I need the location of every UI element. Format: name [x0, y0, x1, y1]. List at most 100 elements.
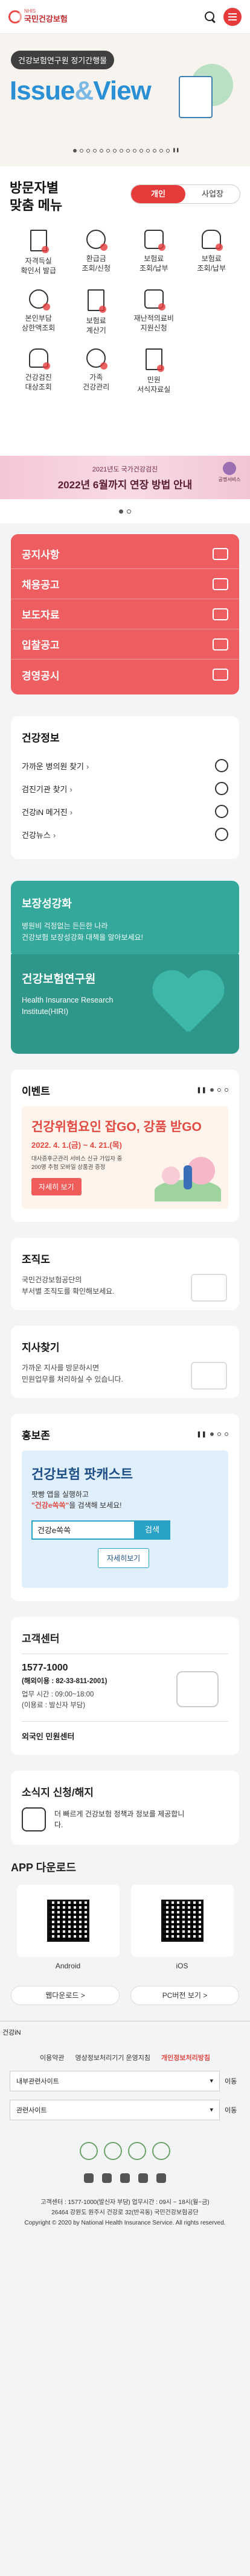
twitter-icon[interactable] [120, 2173, 130, 2183]
recruit-link[interactable]: 채용공고 [11, 569, 239, 599]
menu-item-forms[interactable]: 민원 서식자료실 [125, 348, 183, 394]
research-card[interactable]: 건강보험연구원 Health Insurance Research Institu… [11, 954, 239, 1054]
menu-item-copay-limit[interactable]: 본인부담 상한액조회 [10, 289, 68, 335]
podcast-search-input[interactable] [31, 1520, 134, 1540]
event-dot[interactable] [217, 1088, 221, 1092]
privacy-policy-link[interactable]: 개인정보처리방침 [161, 2053, 210, 2062]
pr-dot[interactable] [225, 1432, 228, 1437]
banner-dot[interactable] [159, 149, 163, 153]
menu-item-premium-pay-2[interactable]: 보험료 조회/납부 [183, 230, 241, 276]
podcast-more-button[interactable]: 자세히보기 [98, 1548, 150, 1568]
banner-pagination[interactable]: ❚❚ [0, 148, 250, 153]
related-sites-go[interactable]: 이동 [225, 2105, 240, 2115]
pause-icon[interactable]: ❚❚ [173, 148, 180, 153]
foreign-center-link[interactable]: 외국인 민원센터 [22, 1721, 228, 1742]
cert-logo-icon [104, 2141, 122, 2160]
menu-button[interactable] [223, 7, 242, 26]
branch-card[interactable]: 지사찾기 가까운 지사를 방문하시면 민원업무를 처리하실 수 있습니다. [11, 1325, 239, 1398]
chevron-down-icon: ▾ [210, 2077, 213, 2085]
android-download[interactable]: Android [16, 1884, 120, 1970]
podcast-desc: 팟빵 앱을 실행하고 "건강e쏙쏙"을 검색해 보세요! [31, 1490, 122, 1510]
health-info-row[interactable]: 가까운 병의원 찾기 › [22, 754, 228, 777]
event-dot[interactable] [225, 1088, 228, 1092]
terms-link[interactable]: 이용약관 [40, 2053, 64, 2062]
event-dot[interactable] [210, 1088, 214, 1092]
chart-icon [213, 669, 228, 681]
menu-item-family[interactable]: 가족 건강관리 [68, 348, 126, 394]
pr-dot[interactable] [210, 1432, 214, 1437]
tab-personal[interactable]: 개인 [131, 185, 185, 203]
banner-dot[interactable] [72, 149, 77, 153]
promo-dot[interactable] [119, 509, 123, 514]
banner-dot[interactable] [92, 149, 97, 153]
facebook-icon[interactable] [102, 2173, 112, 2183]
promo-pagination[interactable] [0, 499, 250, 523]
bid-link[interactable]: 입찰공고 [11, 629, 239, 660]
health-info-row[interactable]: 건강뉴스 › [22, 823, 228, 846]
banner-dot[interactable] [152, 149, 156, 153]
menu-item-premium-pay[interactable]: 보험료 조회/납부 [125, 230, 183, 276]
menu-item-qualification[interactable]: 자격득실 확인서 발급 [10, 230, 68, 276]
org-card[interactable]: 조직도 국민건강보험공단의 부서별 조직도를 확인해보세요. [11, 1237, 239, 1310]
banner-dot[interactable] [86, 149, 90, 153]
menu-item-empty [183, 289, 241, 335]
banner-dot[interactable] [106, 149, 110, 153]
main-banner[interactable]: 건강보험연구원 정기간행물 Issue&View ❚❚ [0, 34, 250, 166]
event-detail-button[interactable]: 자세히 보기 [31, 1178, 82, 1196]
health-info-row[interactable]: 건강iN 메거진 › [22, 800, 228, 823]
web-download-link[interactable]: 웹다운로드 > [11, 1985, 120, 2005]
pr-title: 홍보존 [22, 1429, 50, 1441]
banner-dot[interactable] [79, 149, 83, 153]
site-logo[interactable]: NHIS 국민건강보험 [8, 8, 68, 25]
blog-icon[interactable] [84, 2173, 94, 2183]
search-icon[interactable] [204, 11, 216, 23]
banner-dot[interactable] [112, 149, 117, 153]
android-qr-code [46, 1899, 89, 1942]
menu-item-checkup[interactable]: 건강검진 대상조회 [10, 348, 68, 394]
instagram-icon[interactable] [156, 2173, 166, 2183]
banner-dot[interactable] [126, 149, 130, 153]
coverage-card[interactable]: 보장성강화 병원비 걱정없는 든든한 나라 건강보험 보장성강화 대책을 알아보세… [11, 881, 239, 959]
banner-dot[interactable] [165, 149, 170, 153]
notice-section: 공지사항 채용공고 보도자료 입찰공고 경영공시 [0, 523, 250, 694]
menu-item-refund[interactable]: 환급금 조회/신청 [68, 230, 126, 276]
pr-dot[interactable] [217, 1432, 221, 1437]
banner-dot[interactable] [99, 149, 103, 153]
pc-version-link[interactable]: PC버전 보기 > [130, 1985, 239, 2005]
youtube-icon[interactable] [138, 2173, 148, 2183]
internal-sites-select[interactable]: 내부관련사이트 ▾ [10, 2070, 220, 2091]
newsletter-card[interactable]: 소식지 신청/해지 더 빠르게 건강보험 정책과 정보를 제공합니 다. [11, 1770, 239, 1845]
banner-dot[interactable] [146, 149, 150, 153]
notice-card: 공지사항 채용공고 보도자료 입찰공고 경영공시 [11, 534, 239, 694]
pause-icon[interactable]: ❚❚ [196, 1431, 207, 1438]
promo-dot[interactable] [127, 509, 131, 514]
banner-dot[interactable] [119, 149, 123, 153]
cctv-policy-link[interactable]: 영상정보처리기기 운영지침 [75, 2053, 151, 2062]
related-sites-select[interactable]: 관련사이트 ▾ [10, 2099, 220, 2120]
internal-sites-go[interactable]: 이동 [225, 2076, 240, 2086]
footer-label[interactable]: 건강iN [0, 2027, 250, 2037]
customer-card: 고객센터 1577-1000 (해외이용 : 82-33-811-2001) 업… [11, 1616, 239, 1755]
app-download-title: APP 다운로드 [11, 1861, 76, 1874]
ios-download[interactable]: iOS [130, 1884, 234, 1970]
event-banner[interactable]: 건강위험요인 잡GO, 강품 받GO 2022. 4. 1.(금) ~ 4. 2… [22, 1106, 228, 1209]
tab-business[interactable]: 사업장 [185, 185, 240, 203]
pause-icon[interactable]: ❚❚ [196, 1087, 207, 1094]
press-link[interactable]: 보도자료 [11, 599, 239, 629]
map-icon [191, 1361, 227, 1390]
menu-item-calculator[interactable]: 보험료 계산기 [68, 289, 126, 335]
pr-pagination[interactable]: ❚❚ [196, 1431, 228, 1438]
service-badge-icon [223, 462, 236, 475]
notice-link[interactable]: 공지사항 [11, 539, 239, 569]
promo-banner[interactable]: 2021년도 국가건강검진 2022년 6월까지 연장 방법 안내 공명서비스 [0, 456, 250, 499]
menu-item-disaster-medical[interactable]: 재난적의료비 지원신청 [125, 289, 183, 335]
disclosure-link[interactable]: 경영공시 [11, 660, 239, 690]
app-download-section: APP 다운로드 Android iOS [0, 1859, 250, 1970]
banner-dot[interactable] [132, 149, 136, 153]
coverage-section: 보장성강화 병원비 걱정없는 든든한 나라 건강보험 보장성강화 대책을 알아보세… [0, 859, 250, 1054]
banner-dot[interactable] [139, 149, 143, 153]
health-info-row[interactable]: 검진기관 찾기 › [22, 777, 228, 800]
podcast-search-button[interactable]: 검색 [134, 1520, 170, 1540]
ios-label: iOS [176, 1961, 188, 1970]
event-pagination[interactable]: ❚❚ [196, 1087, 228, 1094]
